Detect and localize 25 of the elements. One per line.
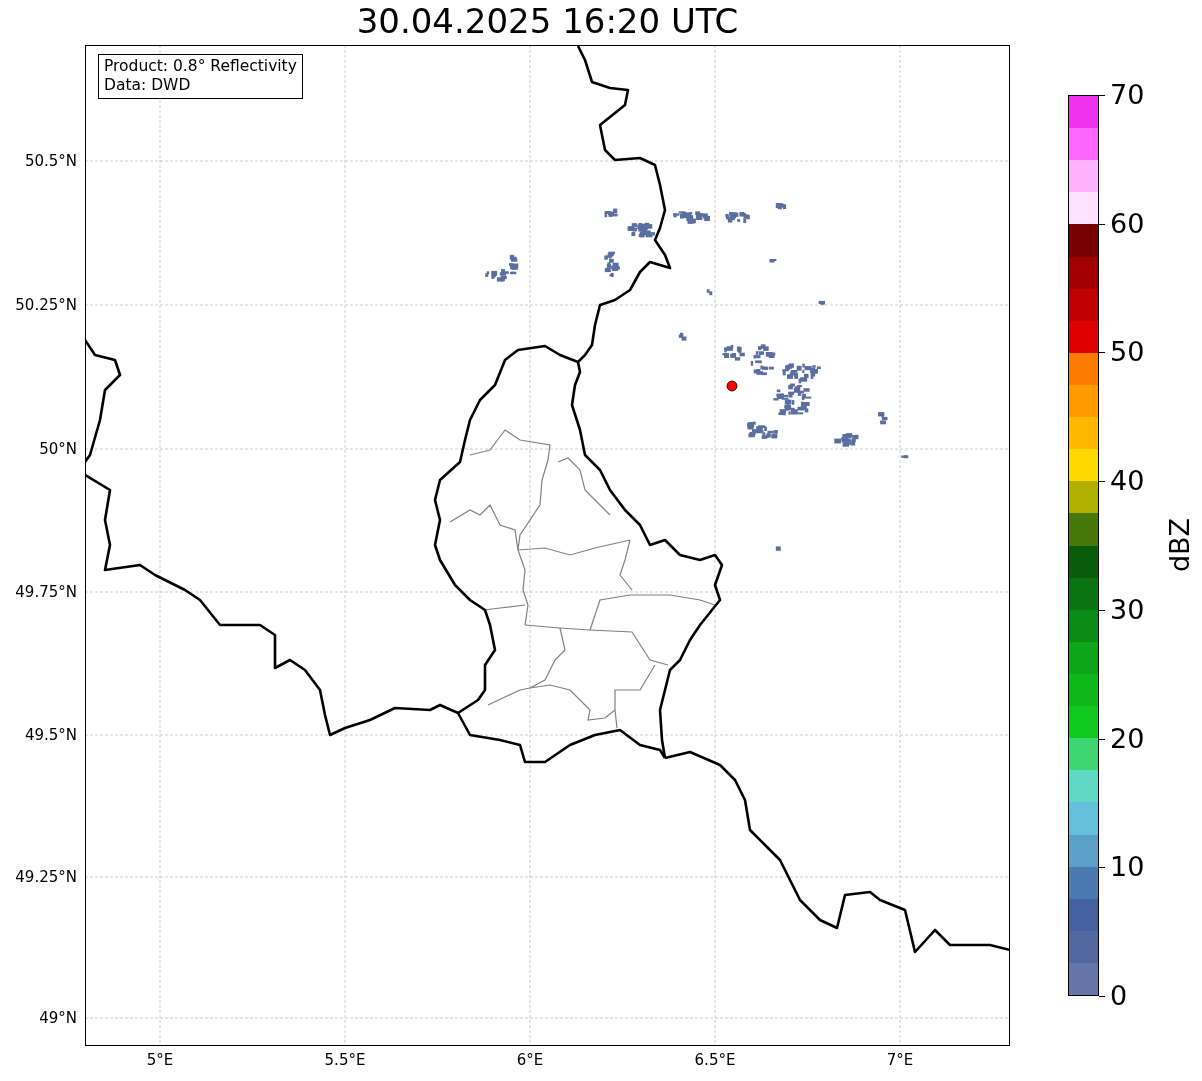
axis-label: 50°N [39,440,77,458]
axis-label: 5.5°E [324,1051,366,1069]
colorbar-label: 50 [1110,337,1145,368]
chart-title: 30.04.2025 16:20 UTC [355,0,740,43]
axis-label: 49.75°N [15,583,77,601]
axis-label: 50.25°N [15,296,77,314]
colorbar-label: 40 [1110,466,1145,497]
axis-label: 7°E [886,1051,914,1069]
axis-label: 6.5°E [694,1051,736,1069]
colorbar-label: 30 [1110,594,1145,625]
colorbar-label: 0 [1110,981,1128,1011]
axis-label: 50.5°N [24,152,77,170]
radar-site-marker [726,380,738,392]
axis-label: 49.5°N [24,726,77,744]
axis-label: 49°N [39,1009,77,1027]
axis-label: 5°E [146,1051,174,1069]
colorbar-label: 20 [1110,723,1145,754]
info-text: Product: 0.8° Reflectivity [104,57,297,76]
colorbar-label: 60 [1110,208,1145,239]
colorbar-label: 10 [1110,852,1145,883]
colorbar-label: 70 [1110,80,1145,110]
info-text: Data: DWD [104,76,192,95]
axis-label: 49.25°N [15,868,77,886]
axis-label: 6°E [516,1051,544,1069]
colorbar-unit: dBZ [1165,517,1195,573]
